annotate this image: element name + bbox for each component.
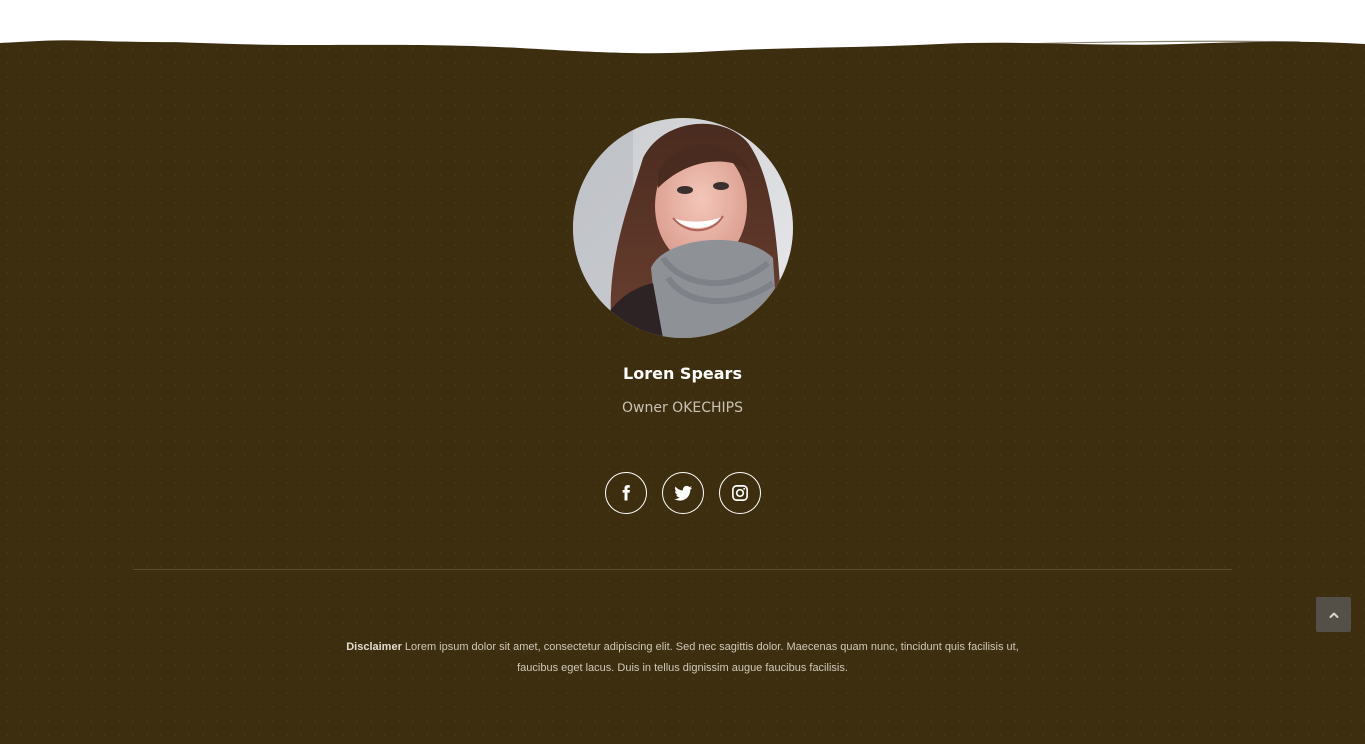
profile-role: Owner OKECHIPS — [622, 400, 743, 416]
site-footer: Loren Spears Owner OKECHIPS Disclaimer L… — [0, 0, 1365, 744]
portrait-photo-icon — [573, 118, 793, 338]
instagram-icon — [732, 485, 748, 501]
profile-name: Loren Spears — [623, 364, 742, 383]
profile-avatar — [573, 118, 793, 338]
disclaimer-label: Disclaimer — [346, 641, 402, 653]
scroll-to-top-button[interactable] — [1316, 597, 1351, 632]
disclaimer-body: Lorem ipsum dolor sit amet, consectetur … — [404, 641, 1019, 674]
page: Loren Spears Owner OKECHIPS Disclaimer L… — [0, 0, 1365, 744]
chevron-up-icon — [1329, 612, 1338, 618]
instagram-button[interactable] — [719, 472, 761, 514]
facebook-icon — [622, 485, 630, 501]
facebook-button[interactable] — [605, 472, 647, 514]
disclaimer-text: Disclaimer Lorem ipsum dolor sit amet, c… — [330, 637, 1035, 679]
twitter-icon — [674, 485, 693, 501]
brush-wave-divider — [0, 0, 1365, 57]
footer-divider — [133, 569, 1232, 570]
social-links — [605, 472, 761, 514]
twitter-button[interactable] — [662, 472, 704, 514]
